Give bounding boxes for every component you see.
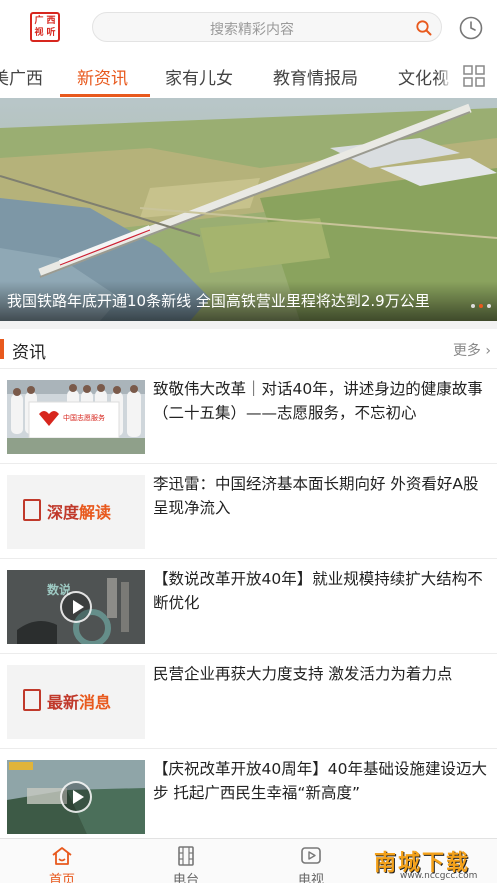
message-icon [23,689,41,711]
home-icon [52,847,72,865]
category-tabs: 美广西 新资讯 家有儿女 教育情报局 文化视 [0,54,497,98]
film-icon [178,846,194,866]
thumbnail-card-text: 深度解读 [47,499,111,523]
list-item[interactable]: 最新消息 民营企业再获大力度支持 激发活力为着力点 [0,653,497,748]
carousel-dot-active[interactable] [479,304,483,308]
news-video-thumbnail: 数说 [7,570,145,644]
carousel-dot[interactable] [471,304,475,308]
site-watermark: 南城下载 www.nccgcc.com [370,845,492,883]
list-item[interactable]: 中国志愿服务 致敬伟大改革｜对话40年，讲述身边的健康故事（二十五集）——志愿服… [0,368,497,463]
news-video-thumbnail [7,760,145,834]
section-title: 资讯 [12,343,46,363]
news-title[interactable]: 李迅雷：中国经济基本面长期向好 外资看好A股呈现净流入 [153,472,487,520]
more-label: 更多 [452,343,481,359]
more-link[interactable]: 更多 › [453,340,491,360]
carousel-dot[interactable] [487,304,491,308]
search-placeholder: 搜索精彩内容 [210,22,294,38]
history-clock-icon[interactable] [458,15,484,41]
channel-grid-button[interactable] [451,54,497,98]
news-thumbnail: 最新消息 [7,665,145,739]
news-title[interactable]: 致敬伟大改革｜对话40年，讲述身边的健康故事（二十五集）——志愿服务，不忘初心 [153,377,487,425]
nav-home-label: 首页 [48,873,75,883]
news-thumbnail: 中国志愿服务 [7,380,145,454]
chevron-right-icon: › [480,343,491,359]
tab-news[interactable]: 新资讯 [77,64,128,89]
play-icon[interactable] [60,591,92,623]
active-tab-indicator [60,94,150,97]
top-bar: 广 西 视 听 搜索精彩内容 [0,0,497,54]
list-item[interactable]: 【庆祝改革开放40周年】40年基础设施建设迈大步 托起广西民生幸福“新高度” [0,748,497,843]
logo-char: 广 [34,16,44,26]
play-icon[interactable] [60,781,92,813]
watermark-url: www.nccgcc.com [400,871,478,881]
card-text-b: 解读 [79,503,112,522]
nav-tv[interactable]: 电视 [271,839,351,883]
tab-family[interactable]: 家有儿女 [165,64,233,89]
thumbnail-card-text: 最新消息 [47,689,111,713]
news-section-header: 资讯 更多 › [0,331,497,367]
search-icon[interactable] [415,19,433,37]
app-logo[interactable]: 广 西 视 听 [30,12,60,42]
tab-education[interactable]: 教育情报局 [273,64,358,89]
nav-radio[interactable]: 电台 [146,839,226,883]
nav-radio-label: 电台 [172,873,199,883]
card-text-a: 深度 [47,503,80,522]
banner-caption: 我国铁路年底开通10条新线 全国高铁营业里程将达到2.9万公里 [7,292,430,310]
headline-banner[interactable]: 我国铁路年底开通10条新线 全国高铁营业里程将达到2.9万公里 [0,98,497,321]
card-text-b: 消息 [79,693,112,712]
nav-tv-label: 电视 [297,873,324,883]
tab-guangxi[interactable]: 美广西 [0,64,43,89]
tv-play-icon [301,847,321,864]
logo-char: 视 [34,28,44,38]
nav-home[interactable]: 首页 [22,839,102,883]
list-item[interactable]: 数说 【数说改革开放40年】就业规模持续扩大结构不断优化 [0,558,497,653]
document-icon [23,499,41,521]
news-title[interactable]: 【庆祝改革开放40周年】40年基础设施建设迈大步 托起广西民生幸福“新高度” [153,757,487,805]
volunteers-photo: 中国志愿服务 [7,380,145,454]
tab-culture[interactable]: 文化视 [398,64,449,89]
search-box[interactable]: 搜索精彩内容 [92,12,442,42]
grid-icon [463,65,485,87]
section-accent-bar [0,339,4,359]
news-thumbnail: 深度解读 [7,475,145,549]
list-item[interactable]: 深度解读 李迅雷：中国经济基本面长期向好 外资看好A股呈现净流入 [0,463,497,558]
carousel-dots [471,304,491,308]
news-title[interactable]: 民营企业再获大力度支持 激发活力为着力点 [153,662,487,686]
news-title[interactable]: 【数说改革开放40年】就业规模持续扩大结构不断优化 [153,567,487,615]
banner-text: 中国志愿服务 [63,413,105,422]
banner-caption-overlay: 我国铁路年底开通10条新线 全国高铁营业里程将达到2.9万公里 [0,281,497,321]
logo-char: 听 [46,28,56,38]
card-text-a: 最新 [47,693,80,712]
logo-char: 西 [46,16,56,26]
section-divider [0,321,497,329]
